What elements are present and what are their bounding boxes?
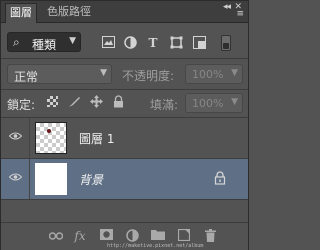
tab-bar: 圖層 色版路徑 ◂◂ ✕ ≡ (1, 1, 248, 23)
link-icon[interactable] (48, 229, 64, 243)
search-icon: ⌕ (13, 35, 20, 49)
layer-thumbnail (35, 163, 67, 195)
lock-transparent-pixels-icon[interactable] (45, 95, 59, 109)
layer-row[interactable]: 背景 (1, 159, 248, 200)
shape-filter-icon[interactable] (169, 36, 183, 50)
fx-icon[interactable]: fx (73, 229, 87, 243)
layer-name[interactable]: 背景 (79, 171, 103, 188)
blend-mode-label: 正常 (14, 70, 39, 84)
visibility-toggle[interactable] (1, 159, 30, 199)
lock-image-pixels-icon[interactable] (67, 95, 81, 109)
lock-icon (214, 171, 226, 185)
mask-icon[interactable] (99, 229, 113, 243)
visibility-toggle[interactable] (1, 118, 30, 158)
group-folder-icon[interactable] (151, 229, 165, 243)
adjustment-filter-icon[interactable] (123, 36, 137, 50)
adjustment-icon[interactable] (125, 229, 139, 243)
chevron-down-icon: ▼ (69, 36, 76, 46)
divider (1, 58, 248, 59)
filter-toggle-switch[interactable] (221, 35, 231, 51)
blend-mode-select[interactable]: 正常 ▼ (7, 64, 112, 84)
fill-field[interactable]: 100% ▼ (185, 93, 243, 113)
lock-all-icon[interactable] (111, 95, 125, 109)
type-filter-icon[interactable]: T (146, 36, 160, 50)
divider (1, 89, 248, 90)
opacity-field[interactable]: 100% ▼ (185, 64, 243, 84)
filter-kind-label: 種類 (32, 38, 57, 52)
layers-list: 圖層 1 背景 (1, 118, 248, 222)
tab-layers[interactable]: 圖層 (5, 3, 37, 23)
layer-row[interactable]: 圖層 1 (1, 118, 248, 159)
chevron-down-icon: ▼ (231, 68, 238, 78)
chevron-down-icon: ▼ (231, 97, 238, 107)
filter-kind-select[interactable]: ⌕ 種類 ▼ (7, 32, 81, 52)
lock-position-icon[interactable] (89, 95, 103, 109)
layers-panel: 圖層 色版路徑 ◂◂ ✕ ≡ ⌕ 種類 ▼ T 正常 ▼ 不透明度: 100% … (0, 0, 249, 250)
chevron-down-icon: ▼ (100, 68, 107, 78)
trash-icon[interactable] (203, 229, 217, 243)
tab-channels-paths[interactable]: 色版路徑 (41, 3, 97, 22)
smart-object-filter-icon[interactable] (192, 36, 206, 50)
image-filter-icon[interactable] (101, 36, 115, 50)
collapse-icon[interactable]: ◂◂ (223, 2, 231, 12)
panel-menu-icon[interactable]: ≡ (236, 9, 244, 19)
layer-thumbnail (35, 122, 67, 154)
filter-row: ⌕ 種類 ▼ T (1, 32, 248, 54)
watermark: http://maketive.pixnet.net/album (107, 243, 204, 249)
opacity-label: 不透明度: (122, 69, 175, 83)
eye-icon (9, 173, 22, 181)
opacity-value: 100% (192, 68, 224, 81)
lock-label: 鎖定: (7, 98, 36, 112)
fill-label: 填滿: (150, 98, 179, 112)
new-layer-icon[interactable] (177, 228, 191, 243)
fill-value: 100% (192, 97, 224, 110)
eye-icon (9, 132, 22, 140)
layer-name[interactable]: 圖層 1 (79, 130, 114, 147)
